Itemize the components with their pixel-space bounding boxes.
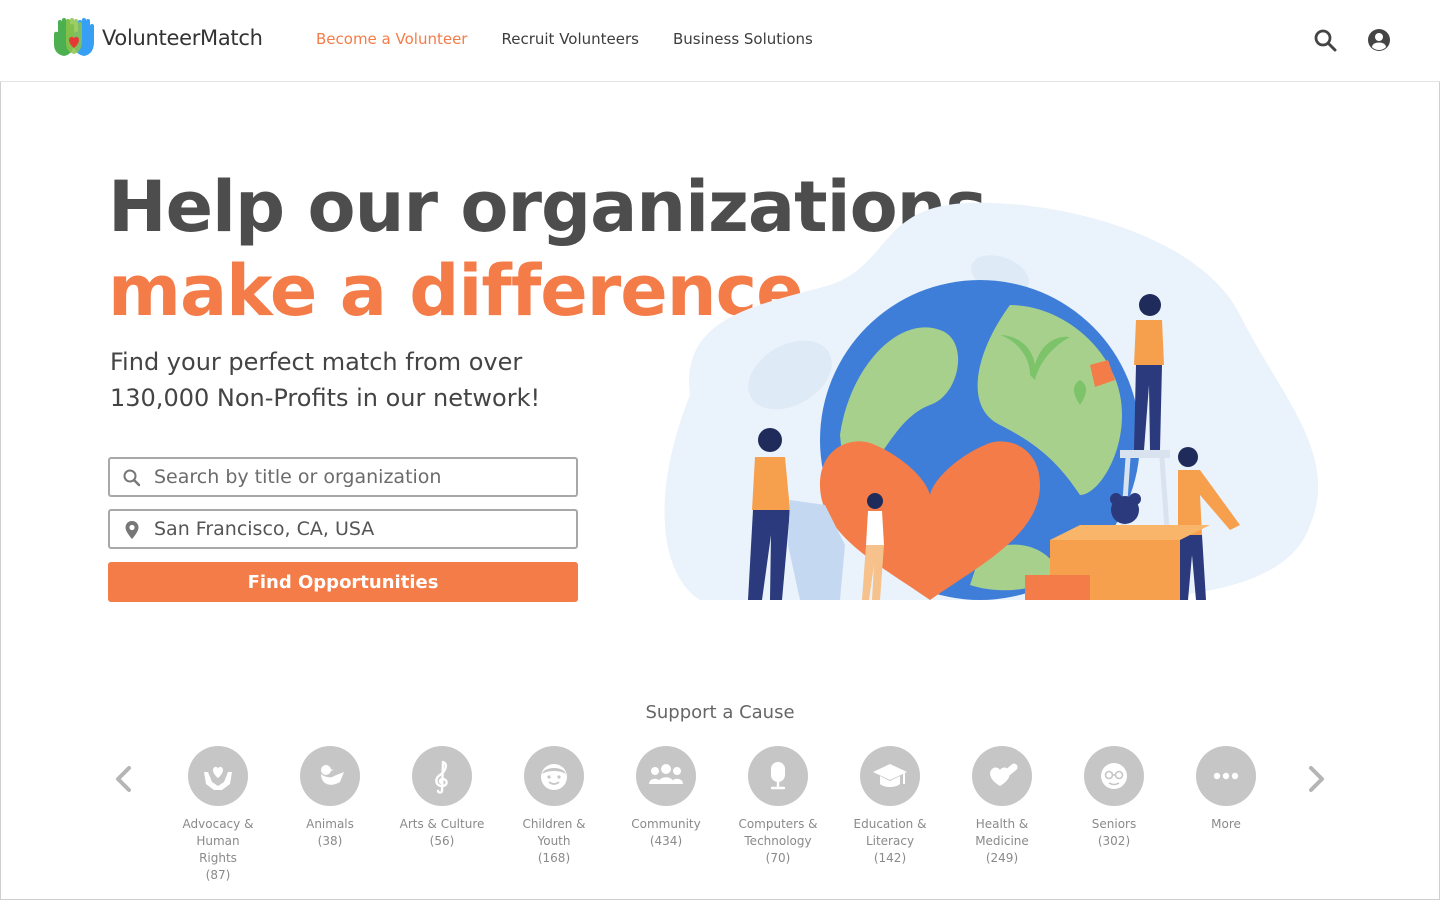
location-input[interactable] — [154, 511, 564, 547]
cause-label: Community (434) — [631, 817, 701, 848]
logo[interactable]: VolunteerMatch — [52, 18, 263, 58]
cause-animals[interactable]: Animals (38) — [274, 746, 386, 850]
more-dots-icon — [1196, 746, 1256, 806]
search-icon[interactable] — [1313, 28, 1337, 52]
graduation-cap-icon — [860, 746, 920, 806]
support-cause-title: Support a Cause — [645, 702, 795, 723]
carousel-next-arrow-icon[interactable] — [1304, 764, 1328, 794]
cause-label: Animals (38) — [306, 817, 354, 848]
cause-label: Health & Medicine (249) — [975, 817, 1029, 865]
cause-label: Education & Literacy (142) — [853, 817, 927, 865]
brand-name: VolunteerMatch — [102, 26, 263, 50]
hands-heart-icon — [188, 746, 248, 806]
cause-health-medicine[interactable]: Health & Medicine (249) — [946, 746, 1058, 867]
treble-clef-icon — [412, 746, 472, 806]
main-nav: Become a Volunteer Recruit Volunteers Bu… — [316, 30, 847, 48]
child-face-icon — [524, 746, 584, 806]
cause-more[interactable]: More — [1170, 746, 1282, 833]
senior-face-icon — [1084, 746, 1144, 806]
cause-label: Advocacy & Human Rights (87) — [182, 817, 254, 882]
people-group-icon — [636, 746, 696, 806]
hero-subtitle: Find your perfect match from over 130,00… — [110, 348, 541, 412]
volunteers-globe-illustration — [664, 202, 1319, 601]
search-field-icon — [123, 469, 141, 487]
cause-advocacy-human-rights[interactable]: Advocacy & Human Rights (87) — [162, 746, 274, 884]
cause-computers-technology[interactable]: Computers & Technology (70) — [722, 746, 834, 867]
cause-label: More — [1211, 817, 1241, 831]
cause-label: Seniors (302) — [1091, 817, 1137, 848]
map-pin-icon — [125, 521, 139, 539]
cause-children-youth[interactable]: Children & Youth (168) — [498, 746, 610, 867]
nav-become-volunteer[interactable]: Become a Volunteer — [316, 30, 467, 48]
cause-community[interactable]: Community (434) — [610, 746, 722, 850]
cause-label: Computers & Technology (70) — [738, 817, 818, 865]
keyword-search-input[interactable] — [154, 459, 564, 495]
keyword-search-field — [108, 457, 578, 497]
logo-hands-icon — [54, 18, 94, 56]
cause-label: Children & Youth (168) — [522, 817, 586, 865]
carousel-prev-arrow-icon[interactable] — [112, 764, 136, 794]
find-opportunities-button[interactable]: Find Opportunities — [108, 562, 578, 602]
cause-carousel: Advocacy & Human Rights (87) Animals (38… — [162, 746, 1282, 896]
nav-recruit-volunteers[interactable]: Recruit Volunteers — [501, 30, 639, 48]
bird-icon — [300, 746, 360, 806]
cause-label: Arts & Culture (56) — [399, 817, 485, 848]
heart-pill-icon — [972, 746, 1032, 806]
cause-seniors[interactable]: Seniors (302) — [1058, 746, 1170, 850]
site-header: VolunteerMatch Become a Volunteer Recrui… — [0, 0, 1440, 82]
nav-business-solutions[interactable]: Business Solutions — [673, 30, 813, 48]
location-field — [108, 509, 578, 549]
microphone-icon — [748, 746, 808, 806]
cause-education-literacy[interactable]: Education & Literacy (142) — [834, 746, 946, 867]
cause-arts-culture[interactable]: Arts & Culture (56) — [386, 746, 498, 850]
user-account-icon[interactable] — [1367, 28, 1391, 52]
